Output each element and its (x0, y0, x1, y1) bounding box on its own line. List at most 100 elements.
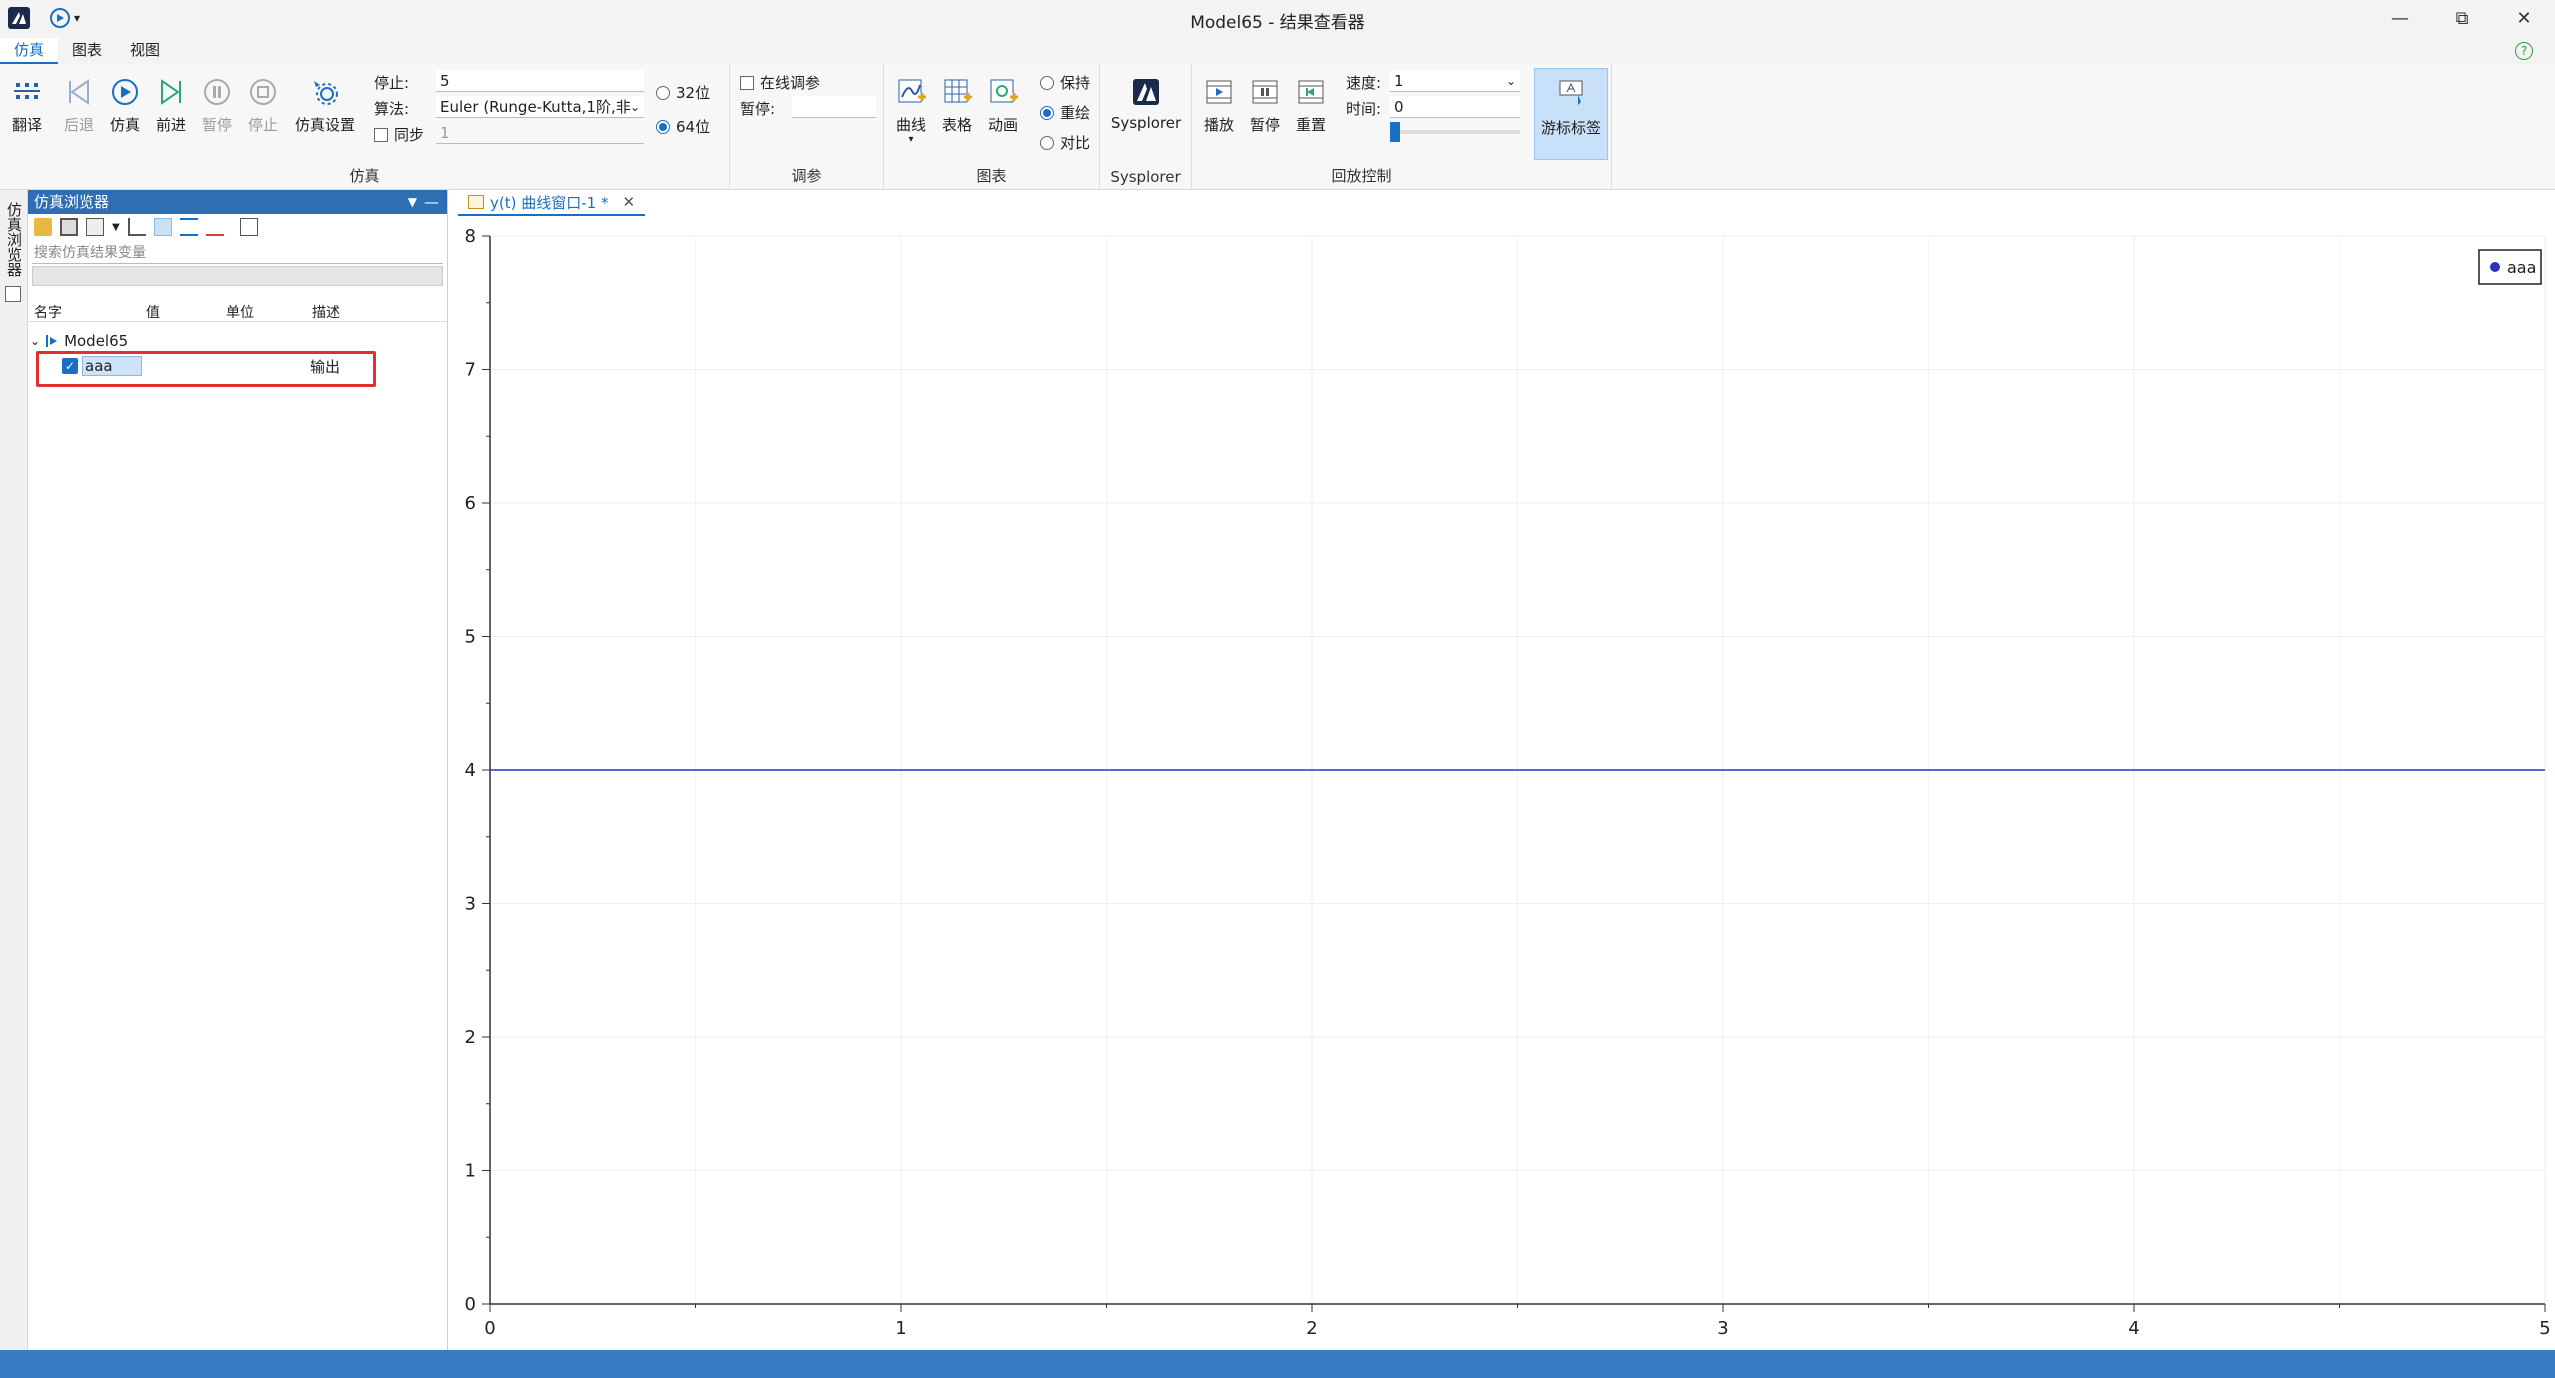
bits-64-radio[interactable]: 64位 (656, 116, 710, 137)
tree-row-model[interactable]: ⌄ Model65 (30, 332, 128, 350)
stop-button[interactable]: 停止 (240, 76, 286, 135)
legend-marker (2490, 262, 2500, 272)
tab-chart[interactable]: 图表 (58, 38, 116, 64)
restore-button[interactable]: ⧉ (2431, 0, 2493, 36)
browser-minimize-icon[interactable]: — (424, 190, 439, 214)
playback-pause-label: 暂停 (1249, 116, 1280, 134)
curve-red-icon[interactable] (205, 218, 224, 236)
expand-chevron-icon[interactable]: ⌄ (30, 334, 40, 348)
close-tab-icon[interactable]: ✕ (622, 193, 635, 211)
x-tick-label: 2 (1306, 1318, 1317, 1339)
save-icon[interactable] (60, 218, 78, 236)
film-play-icon (1203, 76, 1235, 108)
x-tick-label: 1 (895, 1318, 906, 1339)
pause-button[interactable]: 暂停 (194, 76, 240, 135)
quick-run-icon[interactable] (50, 8, 70, 28)
browser-horizontal-scrollbar[interactable] (32, 266, 443, 286)
playback-play-label: 播放 (1203, 116, 1234, 134)
tune-pause-input[interactable] (792, 96, 876, 118)
side-tab-sim-browser[interactable]: 仿真浏览器 (4, 202, 25, 277)
variable-search-input[interactable]: 搜索仿真结果变量 (32, 242, 443, 264)
column-description[interactable]: 描述 (312, 302, 340, 322)
tab-simulation[interactable]: 仿真 (0, 38, 59, 64)
collapse-icon[interactable] (239, 218, 258, 236)
sim-settings-button[interactable]: 仿真设置 (290, 76, 360, 135)
chart-group-label: 图表 (976, 167, 1007, 185)
column-value[interactable]: 值 (146, 302, 160, 322)
browser-header: 仿真浏览器 ▼ — (28, 190, 447, 214)
plot-area[interactable]: 0 1 2 3 4 5 6 7 8 0 1 2 3 4 5 aaa (450, 216, 2555, 1350)
online-tune-checkbox-box[interactable] (740, 75, 754, 90)
bits-32-radio-dot[interactable] (656, 85, 670, 100)
x-tick-label: 3 (1717, 1318, 1728, 1339)
stop-time-label: 停止: (374, 74, 410, 92)
side-tab-chart-icon[interactable] (5, 286, 21, 302)
tab-view[interactable]: 视图 (116, 38, 174, 64)
mode-compare-radio[interactable]: 对比 (1040, 132, 1090, 153)
sync-checkbox-box[interactable] (374, 127, 388, 142)
mode-compare-radio-dot[interactable] (1040, 135, 1054, 150)
mode-redraw-radio[interactable]: 重绘 (1040, 102, 1090, 123)
curve-dropdown-icon[interactable]: ▾ (888, 135, 934, 145)
back-button[interactable]: 后退 (56, 76, 102, 135)
column-name[interactable]: 名字 (34, 302, 62, 322)
open-folder-icon[interactable] (34, 218, 52, 236)
mode-redraw-radio-dot[interactable] (1040, 105, 1054, 120)
step-back-icon (63, 76, 95, 108)
tuning-group: 在线调参 暂停: 调参 (730, 64, 884, 190)
sync-checkbox[interactable]: 同步 (374, 124, 424, 145)
tab-curve-window[interactable]: y(t) 曲线窗口-1 * ✕ (458, 190, 646, 216)
browser-dropdown-icon[interactable]: ▼ (408, 190, 417, 214)
online-tune-checkbox[interactable]: 在线调参 (740, 72, 820, 93)
mode-hold-label: 保持 (1060, 74, 1091, 92)
cursor-label-button[interactable]: 游标标签 (1534, 68, 1608, 160)
curve-button[interactable]: 曲线 ▾ (888, 76, 934, 145)
simulate-button[interactable]: 仿真 (102, 76, 148, 135)
playback-play-button[interactable]: 播放 (1196, 76, 1242, 135)
help-icon[interactable]: ? (2515, 42, 2533, 60)
legend-label: aaa (2507, 258, 2536, 277)
list-view-icon[interactable] (179, 218, 198, 236)
import-icon[interactable] (127, 218, 146, 236)
forward-button[interactable]: 前进 (148, 76, 194, 135)
time-slider[interactable] (1390, 122, 1520, 142)
stop-time-input[interactable]: 5 (436, 70, 644, 92)
speed-select[interactable]: 1 ⌄ (1390, 70, 1520, 92)
y-tick-label: 3 (465, 894, 476, 915)
y-tick-label: 4 (465, 760, 476, 781)
tuning-group-label: 调参 (791, 167, 822, 185)
quick-access-dropdown-icon[interactable]: ▾ (74, 11, 80, 25)
bits-32-radio[interactable]: 32位 (656, 82, 710, 103)
browser-title: 仿真浏览器 (34, 193, 110, 211)
chevron-down-icon: ⌄ (629, 100, 640, 114)
line-chart[interactable]: 0 1 2 3 4 5 6 7 8 0 1 2 3 4 5 aaa (450, 216, 2555, 1350)
table-button[interactable]: 表格 (934, 76, 980, 135)
sysplorer-button[interactable]: Sysplorer (1108, 76, 1184, 132)
playback-group-label: 回放控制 (1331, 167, 1392, 185)
bits-64-radio-dot[interactable] (656, 119, 670, 134)
filter-curve-icon[interactable] (153, 218, 172, 236)
playback-pause-button[interactable]: 暂停 (1242, 76, 1288, 135)
time-input[interactable]: 0 (1390, 96, 1520, 118)
translate-button[interactable]: 翻译 (4, 76, 50, 135)
export-dropdown-icon[interactable]: ▼ (112, 222, 120, 233)
ribbon: 翻译 后退 仿真 前进 暂停 停止 仿真设置 停止: 5 算法: Euler (… (0, 64, 2555, 190)
y-tick-label: 2 (465, 1027, 476, 1048)
animation-button[interactable]: 动画 (980, 76, 1026, 135)
speed-value: 1 (1394, 72, 1404, 90)
column-unit[interactable]: 单位 (226, 302, 254, 322)
browser-toolbar: ▼ (28, 214, 447, 240)
close-button[interactable]: ✕ (2493, 0, 2555, 36)
time-slider-handle[interactable] (1390, 122, 1400, 142)
y-tick-label: 5 (465, 627, 476, 648)
mode-hold-radio-dot[interactable] (1040, 75, 1054, 90)
sync-value: 1 (436, 122, 644, 144)
sync-label: 同步 (394, 126, 425, 144)
algorithm-select[interactable]: Euler (Runge-Kutta,1阶,非 ⌄ (436, 96, 644, 118)
minimize-button[interactable]: — (2369, 0, 2431, 36)
mode-hold-radio[interactable]: 保持 (1040, 72, 1090, 93)
export-icon[interactable] (86, 218, 104, 236)
back-label: 后退 (63, 116, 94, 134)
playback-reset-button[interactable]: 重置 (1288, 76, 1334, 135)
pause-icon (201, 76, 233, 108)
